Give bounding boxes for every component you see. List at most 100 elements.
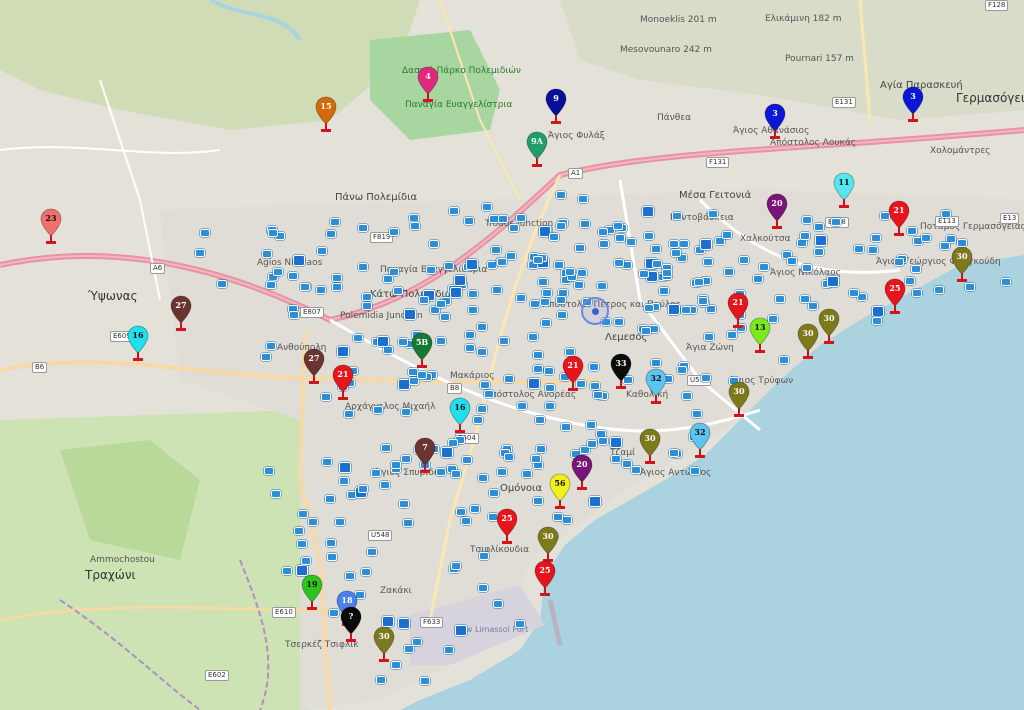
bus-stop-icon[interactable] bbox=[450, 287, 462, 298]
bus-stop-icon[interactable] bbox=[549, 233, 559, 241]
bus-stop-icon[interactable] bbox=[358, 263, 368, 271]
bus-stop-icon[interactable] bbox=[367, 548, 377, 556]
route-pin[interactable]: 25 bbox=[496, 508, 518, 546]
bus-stop-icon[interactable] bbox=[800, 295, 810, 303]
bus-stop-icon[interactable] bbox=[465, 344, 475, 352]
bus-stop-icon[interactable] bbox=[613, 222, 623, 230]
bus-stop-icon[interactable] bbox=[614, 318, 624, 326]
route-pin[interactable]: 30 bbox=[639, 428, 661, 466]
route-pin[interactable]: 20 bbox=[766, 193, 788, 231]
bus-stop-icon[interactable] bbox=[652, 260, 662, 268]
bus-stop-icon[interactable] bbox=[491, 246, 501, 254]
bus-stop-icon[interactable] bbox=[599, 240, 609, 248]
bus-stop-icon[interactable] bbox=[626, 238, 636, 246]
bus-stop-icon[interactable] bbox=[516, 214, 526, 222]
bus-stop-icon[interactable] bbox=[565, 268, 575, 276]
bus-stop-icon[interactable] bbox=[358, 224, 368, 232]
bus-stop-icon[interactable] bbox=[417, 371, 427, 379]
bus-stop-icon[interactable] bbox=[478, 474, 488, 482]
bus-stop-icon[interactable] bbox=[273, 268, 283, 276]
bus-stop-icon[interactable] bbox=[479, 552, 489, 560]
bus-stop-icon[interactable] bbox=[325, 495, 335, 503]
bus-stop-icon[interactable] bbox=[554, 261, 564, 269]
bus-stop-icon[interactable] bbox=[671, 249, 681, 257]
route-pin[interactable]: 30 bbox=[537, 526, 559, 564]
bus-stop-icon[interactable] bbox=[326, 539, 336, 547]
bus-stop-icon[interactable] bbox=[589, 496, 601, 507]
bus-stop-icon[interactable] bbox=[759, 263, 769, 271]
bus-stop-icon[interactable] bbox=[464, 217, 474, 225]
bus-stop-icon[interactable] bbox=[316, 286, 326, 294]
bus-stop-icon[interactable] bbox=[779, 356, 789, 364]
bus-stop-icon[interactable] bbox=[478, 584, 488, 592]
route-pin[interactable]: 20 bbox=[571, 454, 593, 492]
bus-stop-icon[interactable] bbox=[412, 638, 422, 646]
bus-stop-icon[interactable] bbox=[468, 306, 478, 314]
route-pin[interactable]: 30 bbox=[951, 246, 973, 284]
route-pin[interactable]: ? bbox=[340, 606, 362, 644]
route-pin[interactable]: 32 bbox=[645, 368, 667, 406]
bus-stop-icon[interactable] bbox=[266, 342, 276, 350]
bus-stop-icon[interactable] bbox=[739, 256, 749, 264]
bus-stop-icon[interactable] bbox=[271, 490, 281, 498]
bus-stop-icon[interactable] bbox=[373, 406, 383, 414]
bus-stop-icon[interactable] bbox=[722, 231, 732, 239]
bus-stop-icon[interactable] bbox=[289, 311, 299, 319]
route-pin[interactable]: 13 bbox=[749, 317, 771, 355]
bus-stop-icon[interactable] bbox=[515, 620, 525, 628]
bus-stop-icon[interactable] bbox=[651, 245, 661, 253]
bus-stop-icon[interactable] bbox=[610, 437, 622, 448]
bus-stop-icon[interactable] bbox=[419, 296, 429, 304]
bus-stop-icon[interactable] bbox=[498, 215, 508, 223]
bus-stop-icon[interactable] bbox=[578, 195, 588, 203]
bus-stop-icon[interactable] bbox=[659, 287, 669, 295]
bus-stop-icon[interactable] bbox=[444, 646, 454, 654]
bus-stop-icon[interactable] bbox=[436, 337, 446, 345]
bus-stop-icon[interactable] bbox=[753, 275, 763, 283]
bus-stop-icon[interactable] bbox=[698, 297, 708, 305]
route-pin[interactable]: 21 bbox=[888, 200, 910, 238]
bus-stop-icon[interactable] bbox=[586, 421, 596, 429]
route-pin[interactable]: 4 bbox=[417, 66, 439, 104]
bus-stop-icon[interactable] bbox=[622, 460, 632, 468]
route-pin[interactable]: 3 bbox=[902, 86, 924, 124]
bus-stop-icon[interactable] bbox=[556, 222, 566, 230]
bus-stop-icon[interactable] bbox=[681, 306, 691, 314]
bus-stop-icon[interactable] bbox=[377, 336, 389, 347]
bus-stop-icon[interactable] bbox=[429, 240, 439, 248]
bus-stop-icon[interactable] bbox=[403, 519, 413, 527]
bus-stop-icon[interactable] bbox=[662, 269, 672, 277]
bus-stop-icon[interactable] bbox=[477, 405, 487, 413]
bus-stop-icon[interactable] bbox=[669, 449, 679, 457]
bus-stop-icon[interactable] bbox=[557, 311, 567, 319]
bus-stop-icon[interactable] bbox=[300, 283, 310, 291]
bus-stop-icon[interactable] bbox=[462, 456, 472, 464]
bus-stop-icon[interactable] bbox=[631, 466, 641, 474]
bus-stop-icon[interactable] bbox=[694, 278, 704, 286]
bus-stop-icon[interactable] bbox=[455, 625, 467, 636]
bus-stop-icon[interactable] bbox=[426, 266, 436, 274]
bus-stop-icon[interactable] bbox=[337, 346, 349, 357]
bus-stop-icon[interactable] bbox=[383, 346, 393, 354]
bus-stop-icon[interactable] bbox=[297, 540, 307, 548]
bus-stop-icon[interactable] bbox=[1001, 278, 1011, 286]
bus-stop-icon[interactable] bbox=[802, 264, 812, 272]
bus-stop-icon[interactable] bbox=[597, 282, 607, 290]
bus-stop-icon[interactable] bbox=[383, 275, 393, 283]
route-pin[interactable]: 30 bbox=[728, 381, 750, 419]
bus-stop-icon[interactable] bbox=[872, 306, 884, 317]
route-pin[interactable]: 32 bbox=[689, 422, 711, 460]
bus-stop-icon[interactable] bbox=[362, 293, 372, 301]
bus-stop-icon[interactable] bbox=[831, 218, 841, 226]
bus-stop-icon[interactable] bbox=[468, 290, 478, 298]
bus-stop-icon[interactable] bbox=[345, 572, 355, 580]
bus-stop-icon[interactable] bbox=[545, 402, 555, 410]
bus-stop-icon[interactable] bbox=[376, 676, 386, 684]
bus-stop-icon[interactable] bbox=[504, 453, 514, 461]
bus-stop-icon[interactable] bbox=[516, 294, 526, 302]
bus-stop-icon[interactable] bbox=[540, 298, 550, 306]
bus-stop-icon[interactable] bbox=[294, 527, 304, 535]
bus-stop-icon[interactable] bbox=[611, 455, 621, 463]
bus-stop-icon[interactable] bbox=[871, 234, 881, 242]
bus-stop-icon[interactable] bbox=[724, 268, 734, 276]
